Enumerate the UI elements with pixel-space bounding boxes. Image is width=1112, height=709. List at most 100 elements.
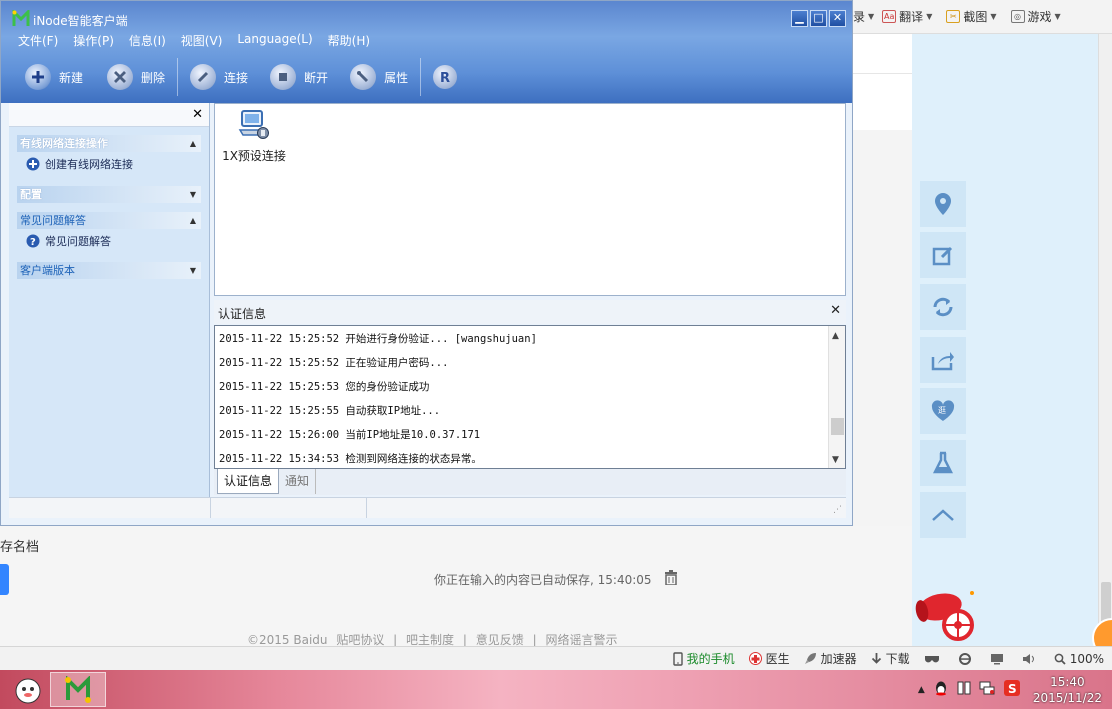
log-line: 2015-11-22 15:25:55 自动获取IP地址... (219, 405, 441, 417)
zoom-control[interactable]: 100% (1054, 652, 1104, 666)
footer-divider: | (462, 633, 467, 647)
log-scrollbar-thumb[interactable] (831, 418, 844, 435)
new-button[interactable]: 新建 (25, 64, 83, 90)
log-line: 2015-11-22 15:26:00 当前IP地址是10.0.37.171 (219, 429, 481, 441)
connection-item[interactable]: 1X预设连接 (221, 108, 287, 164)
chevron-up-icon (932, 509, 954, 521)
auth-log: 2015-11-22 15:25:52 开始进行身份验证... [wangshu… (214, 325, 846, 469)
mask-icon[interactable] (924, 654, 944, 664)
minimize-button[interactable]: ▁ (791, 10, 808, 27)
create-wired-connection-link[interactable]: 创建有线网络连接 (26, 156, 209, 172)
footer-divider: | (532, 633, 537, 647)
left-nav-panel: ✕ 有线网络连接操作 ▲ 创建有线网络连接 配置 ▼ 常见问题解答 ▲ ? 常见问题解… (9, 103, 210, 497)
scroll-down-icon[interactable]: ▼ (832, 455, 839, 465)
menu-file[interactable]: 文件(F) (18, 32, 58, 49)
resize-grip-icon[interactable]: ⋰ (833, 505, 842, 515)
main-toolbar: 新建 删除 连接 断开 属性 R (1, 57, 852, 97)
page-scrollbar[interactable] (1098, 34, 1112, 654)
tab-notice[interactable]: 通知 (279, 469, 317, 494)
log-line: 2015-11-22 15:25:53 您的身份验证成功 (219, 381, 430, 393)
delete-button[interactable]: 删除 (107, 64, 165, 90)
back-to-top-button[interactable] (920, 492, 966, 538)
games-button[interactable]: ◎ 游戏 ▼ (1010, 8, 1061, 25)
footer-copyright: ©2015 Baidu (247, 633, 328, 647)
r-button[interactable]: R (433, 65, 465, 89)
browser-toolbar-partial[interactable]: 录 ▼ (853, 8, 874, 25)
connect-plug-icon (190, 64, 217, 90)
menu-info[interactable]: 信息(I) (129, 32, 166, 49)
footer-link-feedback[interactable]: 意见反馈 (476, 633, 524, 647)
tray-expand-icon[interactable]: ▲ (918, 685, 925, 695)
translate-button[interactable]: Aa 翻译 ▼ (882, 8, 932, 25)
volume-icon[interactable] (1022, 653, 1040, 665)
qq-penguin-icon[interactable] (933, 680, 949, 699)
taskbar-clock[interactable]: 15:40 2015/11/22 (1033, 674, 1102, 706)
close-icon[interactable]: ✕ (830, 303, 841, 318)
browser-status-bar: 我的手机 医生 加速器 下载 100% (0, 646, 1112, 670)
nav-section-config[interactable]: 配置 ▼ (17, 186, 201, 203)
network-icon[interactable] (979, 681, 995, 698)
menu-action[interactable]: 操作(P) (73, 32, 114, 49)
log-line: 2015-11-22 15:25:52 开始进行身份验证... [wangshu… (219, 333, 537, 345)
trash-icon[interactable] (664, 570, 678, 588)
tab-auth-info[interactable]: 认证信息 (217, 469, 280, 494)
auth-panel-title: 认证信息 (218, 307, 267, 321)
footer-link-agreement[interactable]: 贴吧协议 (336, 633, 384, 647)
auth-panel-tabs: 认证信息 通知 (214, 469, 846, 495)
system-tray: ▲ S 15:40 2015/11/22 (914, 670, 1112, 709)
accelerator-button[interactable]: 加速器 (804, 650, 857, 667)
doctor-button[interactable]: 医生 (748, 650, 790, 667)
sogou-ime-icon[interactable]: S (1003, 679, 1021, 700)
tray-app-icon[interactable] (957, 680, 971, 699)
maximize-button[interactable]: □ (810, 10, 827, 27)
window-controls: ▁ □ ✕ (789, 10, 846, 27)
nav-section-faq[interactable]: 常见问题解答 ▲ (17, 212, 201, 229)
clock-date: 2015/11/22 (1032, 690, 1102, 705)
edit-button[interactable] (920, 232, 966, 278)
ie-icon[interactable] (958, 652, 976, 666)
properties-button[interactable]: 属性 (350, 64, 408, 90)
monitor-icon[interactable] (990, 653, 1008, 665)
refresh-button[interactable] (920, 284, 966, 330)
menu-help[interactable]: 帮助(H) (328, 32, 370, 49)
connection-name: 1X预设连接 (222, 149, 286, 163)
menu-language[interactable]: Language(L) (237, 32, 312, 49)
refresh-icon (933, 297, 953, 317)
taskbar-app-mascot[interactable] (0, 672, 56, 707)
menu-view[interactable]: 视图(V) (181, 32, 223, 49)
footer-link-rumor[interactable]: 网络谣言警示 (545, 633, 617, 647)
log-line: 2015-11-22 15:25:52 正在验证用户密码... (219, 357, 449, 369)
share-icon (931, 352, 954, 371)
scroll-up-icon[interactable]: ▲ (832, 331, 839, 341)
location-button[interactable] (920, 181, 966, 227)
wrench-icon (350, 64, 377, 90)
blue-side-button[interactable] (0, 564, 9, 595)
cannon-mascot-icon[interactable] (914, 585, 986, 645)
close-icon[interactable]: ✕ (192, 107, 203, 122)
footer-link-rules[interactable]: 吧主制度 (406, 633, 454, 647)
my-phone-button[interactable]: 我的手机 (672, 650, 735, 667)
nav-section-wired[interactable]: 有线网络连接操作 ▲ (17, 135, 201, 152)
screenshot-button[interactable]: ✂ 截图 ▼ (946, 8, 997, 25)
plus-icon (25, 64, 51, 90)
log-scrollbar[interactable]: ▲ ▼ (828, 326, 845, 468)
download-button[interactable]: 下载 (871, 650, 910, 667)
lab-button[interactable] (920, 440, 966, 486)
windows-taskbar: ▲ S 15:40 2015/11/22 (0, 670, 1112, 709)
heart-icon: 逛 (931, 400, 955, 421)
close-button[interactable]: ✕ (829, 10, 846, 27)
archive-label: 存名档 (0, 540, 40, 555)
page-content-area (853, 74, 912, 130)
add-circle-icon (26, 157, 40, 171)
faq-link[interactable]: ? 常见问题解答 (26, 233, 209, 249)
window-titlebar[interactable]: iNode智能客户端 ▁ □ ✕ 文件(F) 操作(P) 信息(I) 视图(V)… (1, 1, 852, 103)
svg-text:S: S (1008, 682, 1017, 696)
share-button[interactable] (920, 337, 966, 383)
taskbar-app-inode[interactable] (50, 672, 106, 707)
nav-section-version[interactable]: 客户端版本 ▼ (17, 262, 201, 279)
menu-bar: 文件(F) 操作(P) 信息(I) 视图(V) Language(L) 帮助(H… (18, 32, 385, 49)
heart-button[interactable]: 逛 (920, 388, 966, 434)
network-computer-icon (238, 110, 269, 139)
connect-button[interactable]: 连接 (190, 64, 248, 90)
disconnect-button[interactable]: 断开 (270, 64, 328, 90)
